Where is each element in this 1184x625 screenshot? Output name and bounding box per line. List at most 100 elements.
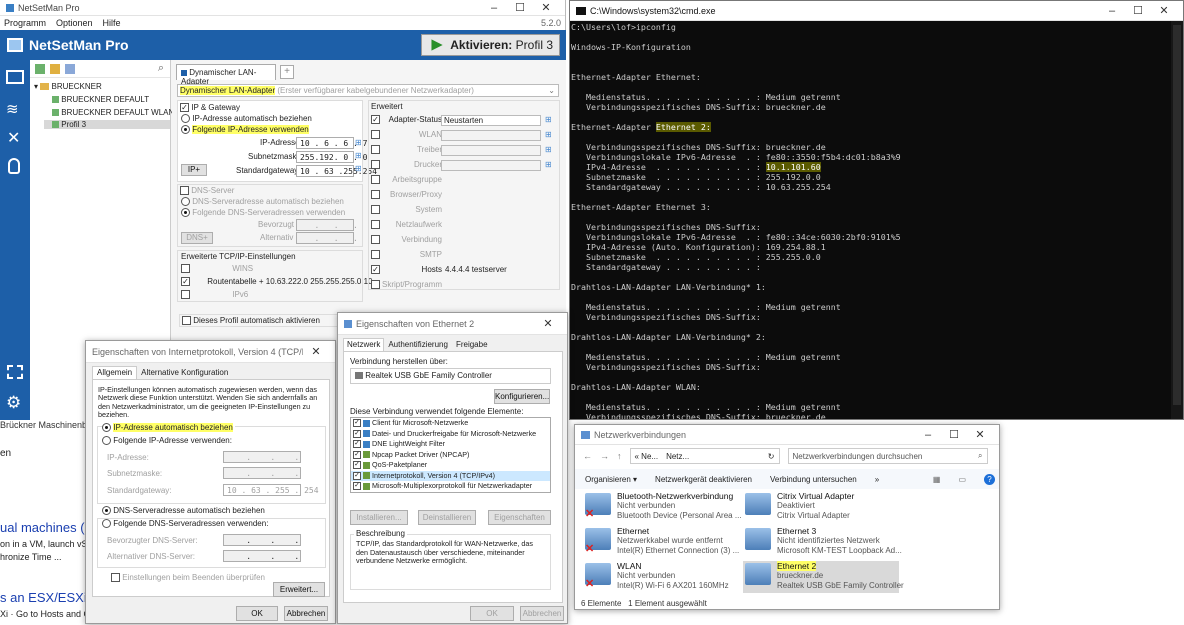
- add-tab-button[interactable]: +: [280, 65, 294, 79]
- advanced-item[interactable]: Arbeitsgruppe: [371, 175, 557, 185]
- ip-field[interactable]: . . .: [223, 451, 301, 463]
- tab-freigabe[interactable]: Freigabe: [452, 338, 492, 351]
- forward-arrow-icon[interactable]: →: [600, 451, 609, 461]
- help-icon[interactable]: ?: [984, 473, 995, 485]
- component-item[interactable]: ✓ DNE LightWeight Filter: [351, 439, 550, 450]
- profile-item-profil3[interactable]: Profil 3: [44, 120, 170, 129]
- component-checkbox[interactable]: ✓: [353, 440, 361, 449]
- component-item[interactable]: ✓ Client für Microsoft-Netzwerke: [351, 418, 550, 429]
- advanced-item[interactable]: Browser/Proxy: [371, 190, 557, 200]
- advanced-add-icon[interactable]: ⊞: [545, 145, 552, 154]
- maximize-button[interactable]: ☐: [507, 1, 533, 14]
- connection-item[interactable]: ✕ Ethernet Netzwerkkabel wurde entfernt Int…: [583, 526, 739, 558]
- address-bar[interactable]: « Ne... Netz... ↻: [629, 448, 780, 464]
- advanced-item[interactable]: SMTP: [371, 250, 557, 260]
- netconn-close-button[interactable]: ✕: [967, 428, 993, 441]
- advanced-item[interactable]: Drucker ⊞: [371, 160, 557, 171]
- advanced-checkbox[interactable]: [371, 205, 380, 215]
- subnet-field[interactable]: . . .: [223, 467, 301, 479]
- ip-input[interactable]: 10 . 6 . 6 . 7: [296, 137, 367, 149]
- manual-dns-radio[interactable]: [102, 519, 111, 529]
- advanced-checkbox[interactable]: [371, 250, 380, 260]
- close-button[interactable]: ✕: [533, 1, 559, 14]
- settings-gear-icon[interactable]: ⚙: [6, 393, 21, 413]
- advanced-select[interactable]: [441, 130, 541, 141]
- gateway-field[interactable]: 10 . 63 . 255 . 254: [223, 484, 319, 496]
- eth2-cancel-button[interactable]: Abbrechen: [520, 606, 564, 621]
- dns-alt-input[interactable]: . . .: [296, 232, 358, 244]
- connection-item[interactable]: ✕ Bluetooth-Netzwerkverbindung Nicht verbu…: [583, 491, 742, 523]
- advanced-checkbox[interactable]: [371, 220, 380, 230]
- connection-item[interactable]: ✕ WLAN Nicht verbunden Intel(R) Wi-Fi 6 AX2…: [583, 561, 739, 593]
- advanced-item[interactable]: Treiber ⊞: [371, 145, 557, 156]
- auto-activate-checkbox[interactable]: [182, 316, 191, 326]
- eth2-ok-button[interactable]: OK: [470, 606, 514, 621]
- menu-programm[interactable]: Programm: [4, 18, 46, 28]
- advanced-checkbox[interactable]: [371, 190, 380, 200]
- connection-item[interactable]: Ethernet 3 Nicht identifiziertes Netzwerk…: [743, 526, 902, 558]
- ok-button[interactable]: OK: [236, 606, 278, 621]
- profile-item-default[interactable]: BRUECKNER DEFAULT: [52, 95, 149, 104]
- component-checkbox[interactable]: ✓: [353, 471, 361, 480]
- component-checkbox[interactable]: ✓: [353, 419, 361, 428]
- routing-checkbox[interactable]: ✓: [181, 277, 190, 287]
- cmd-output[interactable]: C:\Users\lof>ipconfig Windows-IP-Konfigur…: [570, 21, 1183, 419]
- component-checkbox[interactable]: ✓: [353, 461, 361, 470]
- new-profile-icon[interactable]: [35, 63, 45, 74]
- tree-root[interactable]: ▾ BRUECKNER: [34, 82, 102, 91]
- advanced-checkbox[interactable]: [371, 145, 380, 155]
- advanced-item[interactable]: Skript/Programm: [371, 280, 557, 290]
- eth2-close-button[interactable]: ✕: [535, 317, 561, 330]
- cmd-minimize-button[interactable]: –: [1099, 5, 1125, 17]
- cancel-button[interactable]: Abbrechen: [284, 606, 328, 621]
- advanced-item[interactable]: ✓ Adapter-Status Neustarten ⊞: [371, 115, 557, 126]
- advanced-item[interactable]: System: [371, 205, 557, 215]
- advanced-item[interactable]: ✓ Hosts 4.4.4.4 testserver: [371, 265, 557, 275]
- advanced-checkbox[interactable]: [371, 175, 380, 185]
- netconn-maximize-button[interactable]: ☐: [941, 428, 967, 441]
- advanced-button[interactable]: Erweitert...: [273, 582, 325, 597]
- dns-manual-radio[interactable]: [181, 208, 190, 218]
- component-checkbox[interactable]: ✓: [353, 450, 361, 459]
- tools-icon[interactable]: ✕: [7, 128, 20, 148]
- component-item[interactable]: ✓ Internetprotokoll, Version 4 (TCP/IPv4…: [351, 470, 550, 481]
- adapter-select[interactable]: Dynamischer LAN-Adapter (Erster verfügba…: [177, 84, 559, 97]
- advanced-checkbox[interactable]: ✓: [371, 115, 380, 125]
- search-box[interactable]: Netzwerkverbindungen durchsuchen ⌕: [787, 448, 988, 464]
- dns-pref-input[interactable]: . . .: [296, 219, 358, 231]
- profiles-icon[interactable]: [6, 70, 24, 84]
- copy-profile-icon[interactable]: [65, 63, 75, 74]
- advanced-checkbox[interactable]: [371, 160, 380, 170]
- component-checkbox[interactable]: ✓: [353, 429, 361, 438]
- adapter-tab[interactable]: Dynamischer LAN-Adapter: [176, 64, 276, 86]
- subnet-input[interactable]: 255.192. 0 . 0: [296, 151, 367, 163]
- cmd-close-button[interactable]: ✕: [1151, 4, 1177, 17]
- tab-netzwerk[interactable]: Netzwerk: [343, 338, 385, 351]
- advanced-select[interactable]: [441, 145, 541, 156]
- component-item[interactable]: ✓ QoS-Paketplaner: [351, 460, 550, 471]
- ip-gateway-checkbox[interactable]: ✓: [180, 103, 189, 113]
- gateway-input[interactable]: 10 . 63 .255.254: [296, 165, 377, 177]
- advanced-item[interactable]: WLAN ⊞: [371, 130, 557, 141]
- ip-plus-button[interactable]: IP+: [181, 164, 207, 176]
- minimize-button[interactable]: –: [481, 2, 507, 14]
- advanced-item[interactable]: Verbindung: [371, 235, 557, 245]
- diagnose-button[interactable]: Verbindung untersuchen: [770, 475, 857, 484]
- cmd-scrollbar[interactable]: [1171, 21, 1183, 419]
- component-item[interactable]: ✓ Npcap Packet Driver (NPCAP): [351, 450, 550, 461]
- configure-button[interactable]: Konfigurieren...: [494, 389, 550, 404]
- menu-optionen[interactable]: Optionen: [56, 18, 93, 28]
- more-button[interactable]: »: [875, 475, 879, 484]
- advanced-select[interactable]: Neustarten: [441, 115, 541, 126]
- properties-button[interactable]: Eigenschaften: [488, 510, 551, 525]
- advanced-checkbox[interactable]: ✓: [371, 265, 380, 275]
- component-item[interactable]: ✓ Datei- und Druckerfreigabe für Microso…: [351, 429, 550, 440]
- view-icon[interactable]: ▦: [933, 475, 941, 484]
- ip-auto-radio[interactable]: [181, 114, 190, 124]
- netconn-minimize-button[interactable]: –: [915, 429, 941, 441]
- cmd-maximize-button[interactable]: ☐: [1125, 4, 1151, 17]
- up-arrow-icon[interactable]: ↑: [617, 451, 622, 461]
- connection-item[interactable]: Ethernet 2 brueckner.de Realtek USB GbE Fa…: [743, 561, 904, 593]
- disable-device-button[interactable]: Netzwerkgerät deaktivieren: [655, 475, 752, 484]
- fullscreen-icon[interactable]: [7, 365, 23, 379]
